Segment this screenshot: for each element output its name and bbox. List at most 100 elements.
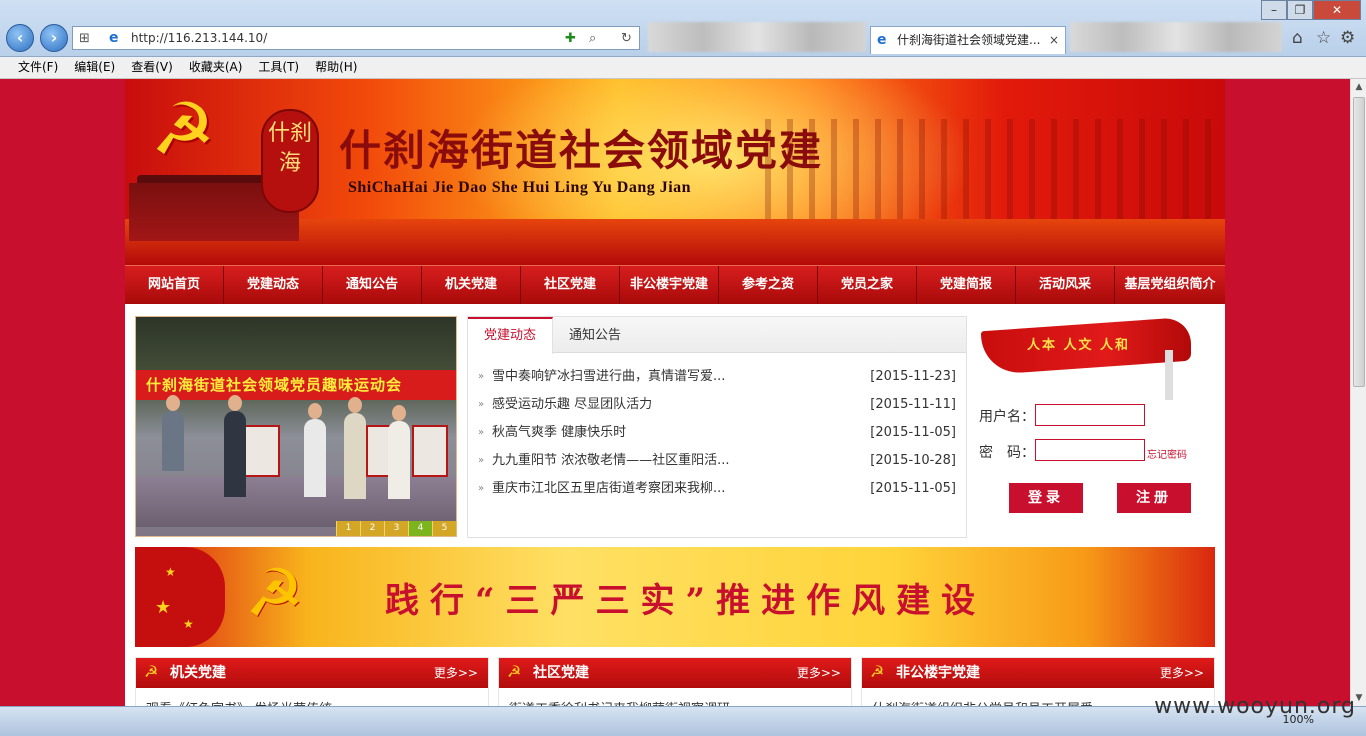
section-header: ☭ 社区党建 更多>> [499, 658, 851, 688]
settings-gear-icon[interactable]: ⚙ [1340, 28, 1355, 48]
photo-slideshow[interactable]: 什刹海街道社会领域党员趣味运动会 1 2 3 4 5 [135, 316, 457, 537]
tab-party-news[interactable]: 党建动态 [468, 317, 554, 354]
add-favorite-icon[interactable]: ⊞ [79, 28, 90, 50]
page-viewport: ☭ 什刹海 什刹海街道社会领域党建 ShiChaHai Jie Dao She … [0, 79, 1350, 706]
slide-person-head [166, 395, 180, 411]
slide-person-head [348, 397, 362, 413]
menu-edit[interactable]: 编辑(E) [66, 57, 123, 78]
nav-news[interactable]: 党建动态 [224, 266, 323, 304]
slide-person-head [228, 395, 242, 411]
tab-close-icon[interactable]: × [1049, 27, 1059, 53]
news-title[interactable]: 雪中奏响铲冰扫雪进行曲，真情谱写爱... [492, 369, 725, 384]
close-window-button[interactable]: ✕ [1313, 0, 1361, 20]
slide-person [162, 411, 184, 471]
vertical-scrollbar[interactable]: ▲ ▼ [1350, 79, 1366, 706]
nav-notices[interactable]: 通知公告 [323, 266, 422, 304]
forgot-password-link[interactable]: 忘记密码 [1147, 446, 1187, 461]
news-item[interactable]: 重庆市江北区五里店街道考察团来我柳... [2015-11-05] [478, 475, 956, 503]
menu-file[interactable]: 文件(F) [10, 57, 66, 78]
slogan-emblem-icon: ☭ [245, 555, 305, 632]
news-date: [2015-11-23] [870, 369, 956, 384]
register-button[interactable]: 注册 [1117, 483, 1191, 513]
party-emblem-icon: ☭ [144, 662, 159, 681]
nav-org-intro[interactable]: 基层党组织简介 [1115, 266, 1225, 304]
news-item[interactable]: 九九重阳节 浓浓敬老情——社区重阳活... [2015-10-28] [478, 447, 956, 475]
address-bar[interactable]: ⊞ e http://116.213.144.10/ ✚ ⌕ ↻ [72, 26, 640, 50]
maximize-button[interactable]: ❐ [1287, 0, 1313, 20]
more-link[interactable]: 更多>> [434, 658, 478, 688]
section-first-item[interactable]: 观看《红色家书》 发扬光荣传统 [146, 698, 466, 706]
news-item[interactable]: 雪中奏响铲冰扫雪进行曲，真情谱写爱... [2015-11-23] [478, 363, 956, 391]
slide-page-5[interactable]: 5 [432, 521, 456, 536]
menu-view[interactable]: 查看(V) [123, 57, 181, 78]
star-icon: ★ [155, 597, 172, 618]
section-first-item[interactable]: 街道工委徐利书记来我柳荫街视察调研 [509, 698, 829, 706]
address-url[interactable]: http://116.213.144.10/ [131, 31, 267, 45]
slide-person-head [392, 405, 406, 421]
login-flag-banner: 人本 人文 人和 [975, 316, 1215, 408]
menu-bar: 文件(F) 编辑(E) 查看(V) 收藏夹(A) 工具(T) 帮助(H) [0, 57, 1366, 79]
nav-organ[interactable]: 机关党建 [422, 266, 521, 304]
more-link[interactable]: 更多>> [797, 658, 841, 688]
site-title: 什刹海街道社会领域党建 [339, 126, 824, 175]
slide-person [388, 421, 410, 499]
party-emblem-icon: ☭ [507, 662, 522, 681]
news-title[interactable]: 重庆市江北区五里店街道考察团来我柳... [492, 481, 725, 496]
blurred-tab-2[interactable] [1070, 22, 1282, 52]
slide-person [344, 413, 366, 499]
menu-help[interactable]: 帮助(H) [307, 57, 365, 78]
section-header: ☭ 非公楼宇党建 更多>> [862, 658, 1214, 688]
favorites-star-icon[interactable]: ☆ [1316, 28, 1331, 48]
refresh-icon[interactable]: ↻ [621, 28, 632, 50]
news-date: [2015-10-28] [870, 453, 956, 468]
main-nav: 网站首页 党建动态 通知公告 机关党建 社区党建 非公楼宇党建 参考之资 党员之… [125, 265, 1225, 304]
nav-members-home[interactable]: 党员之家 [818, 266, 917, 304]
slide-banner-text: 什刹海街道社会领域党员趣味运动会 [136, 370, 456, 400]
huabiao-pillar [1165, 350, 1173, 400]
nav-community[interactable]: 社区党建 [521, 266, 620, 304]
scroll-thumb[interactable] [1353, 97, 1365, 387]
page-container: ☭ 什刹海 什刹海街道社会领域党建 ShiChaHai Jie Dao She … [125, 79, 1225, 706]
nav-home[interactable]: 网站首页 [125, 266, 224, 304]
back-button[interactable]: ‹ [6, 24, 34, 52]
section-first-item[interactable]: 什刹海街道组织非公党员和员工开展爱 [872, 698, 1192, 706]
menu-favorites[interactable]: 收藏夹(A) [181, 57, 251, 78]
slide-page-4[interactable]: 4 [408, 521, 432, 536]
slide-page-2[interactable]: 2 [360, 521, 384, 536]
menu-tools[interactable]: 工具(T) [250, 57, 307, 78]
login-button[interactable]: 登录 [1009, 483, 1083, 513]
news-item[interactable]: 秋高气爽季 健康快乐时 [2015-11-05] [478, 419, 956, 447]
forward-button[interactable]: › [40, 24, 68, 52]
news-title[interactable]: 秋高气爽季 健康快乐时 [492, 425, 626, 440]
nav-briefing[interactable]: 党建简报 [917, 266, 1016, 304]
home-icon[interactable]: ⌂ [1292, 28, 1303, 48]
nav-reference[interactable]: 参考之资 [719, 266, 818, 304]
search-icon[interactable]: ⌕ [589, 28, 596, 50]
site-subtitle: ShiChaHai Jie Dao She Hui Ling Yu Dang J… [348, 179, 692, 196]
slide-display-board [412, 425, 448, 477]
banner-trees [765, 119, 1225, 229]
tab-active[interactable]: e 什刹海街道社会领域党建... × [870, 26, 1066, 54]
news-title[interactable]: 感受运动乐趣 尽显团队活力 [492, 397, 652, 412]
password-input[interactable] [1035, 439, 1145, 461]
news-title[interactable]: 九九重阳节 浓浓敬老情——社区重阳活... [492, 453, 730, 468]
blurred-tab[interactable] [648, 22, 866, 52]
compat-icon[interactable]: ✚ [565, 28, 576, 50]
section-community: ☭ 社区党建 更多>> 街道工委徐利书记来我柳荫街视察调研 [498, 657, 852, 706]
news-date: [2015-11-05] [870, 481, 956, 496]
tab-ie-icon: e [877, 32, 887, 48]
ie-icon: e [109, 30, 119, 46]
more-link[interactable]: 更多>> [1160, 658, 1204, 688]
slide-page-3[interactable]: 3 [384, 521, 408, 536]
scroll-up-icon[interactable]: ▲ [1351, 79, 1366, 95]
minimize-button[interactable]: – [1261, 0, 1287, 20]
slide-page-1[interactable]: 1 [336, 521, 360, 536]
nav-activities[interactable]: 活动风采 [1016, 266, 1115, 304]
tab-notices[interactable]: 通知公告 [553, 317, 637, 353]
news-item[interactable]: 感受运动乐趣 尽显团队活力 [2015-11-11] [478, 391, 956, 419]
nav-nonpublic[interactable]: 非公楼宇党建 [620, 266, 719, 304]
username-input[interactable] [1035, 404, 1145, 426]
party-emblem-icon: ☭ [150, 87, 216, 171]
section-title: 社区党建 [533, 665, 589, 681]
header-banner: ☭ 什刹海 什刹海街道社会领域党建 ShiChaHai Jie Dao She … [125, 79, 1225, 265]
